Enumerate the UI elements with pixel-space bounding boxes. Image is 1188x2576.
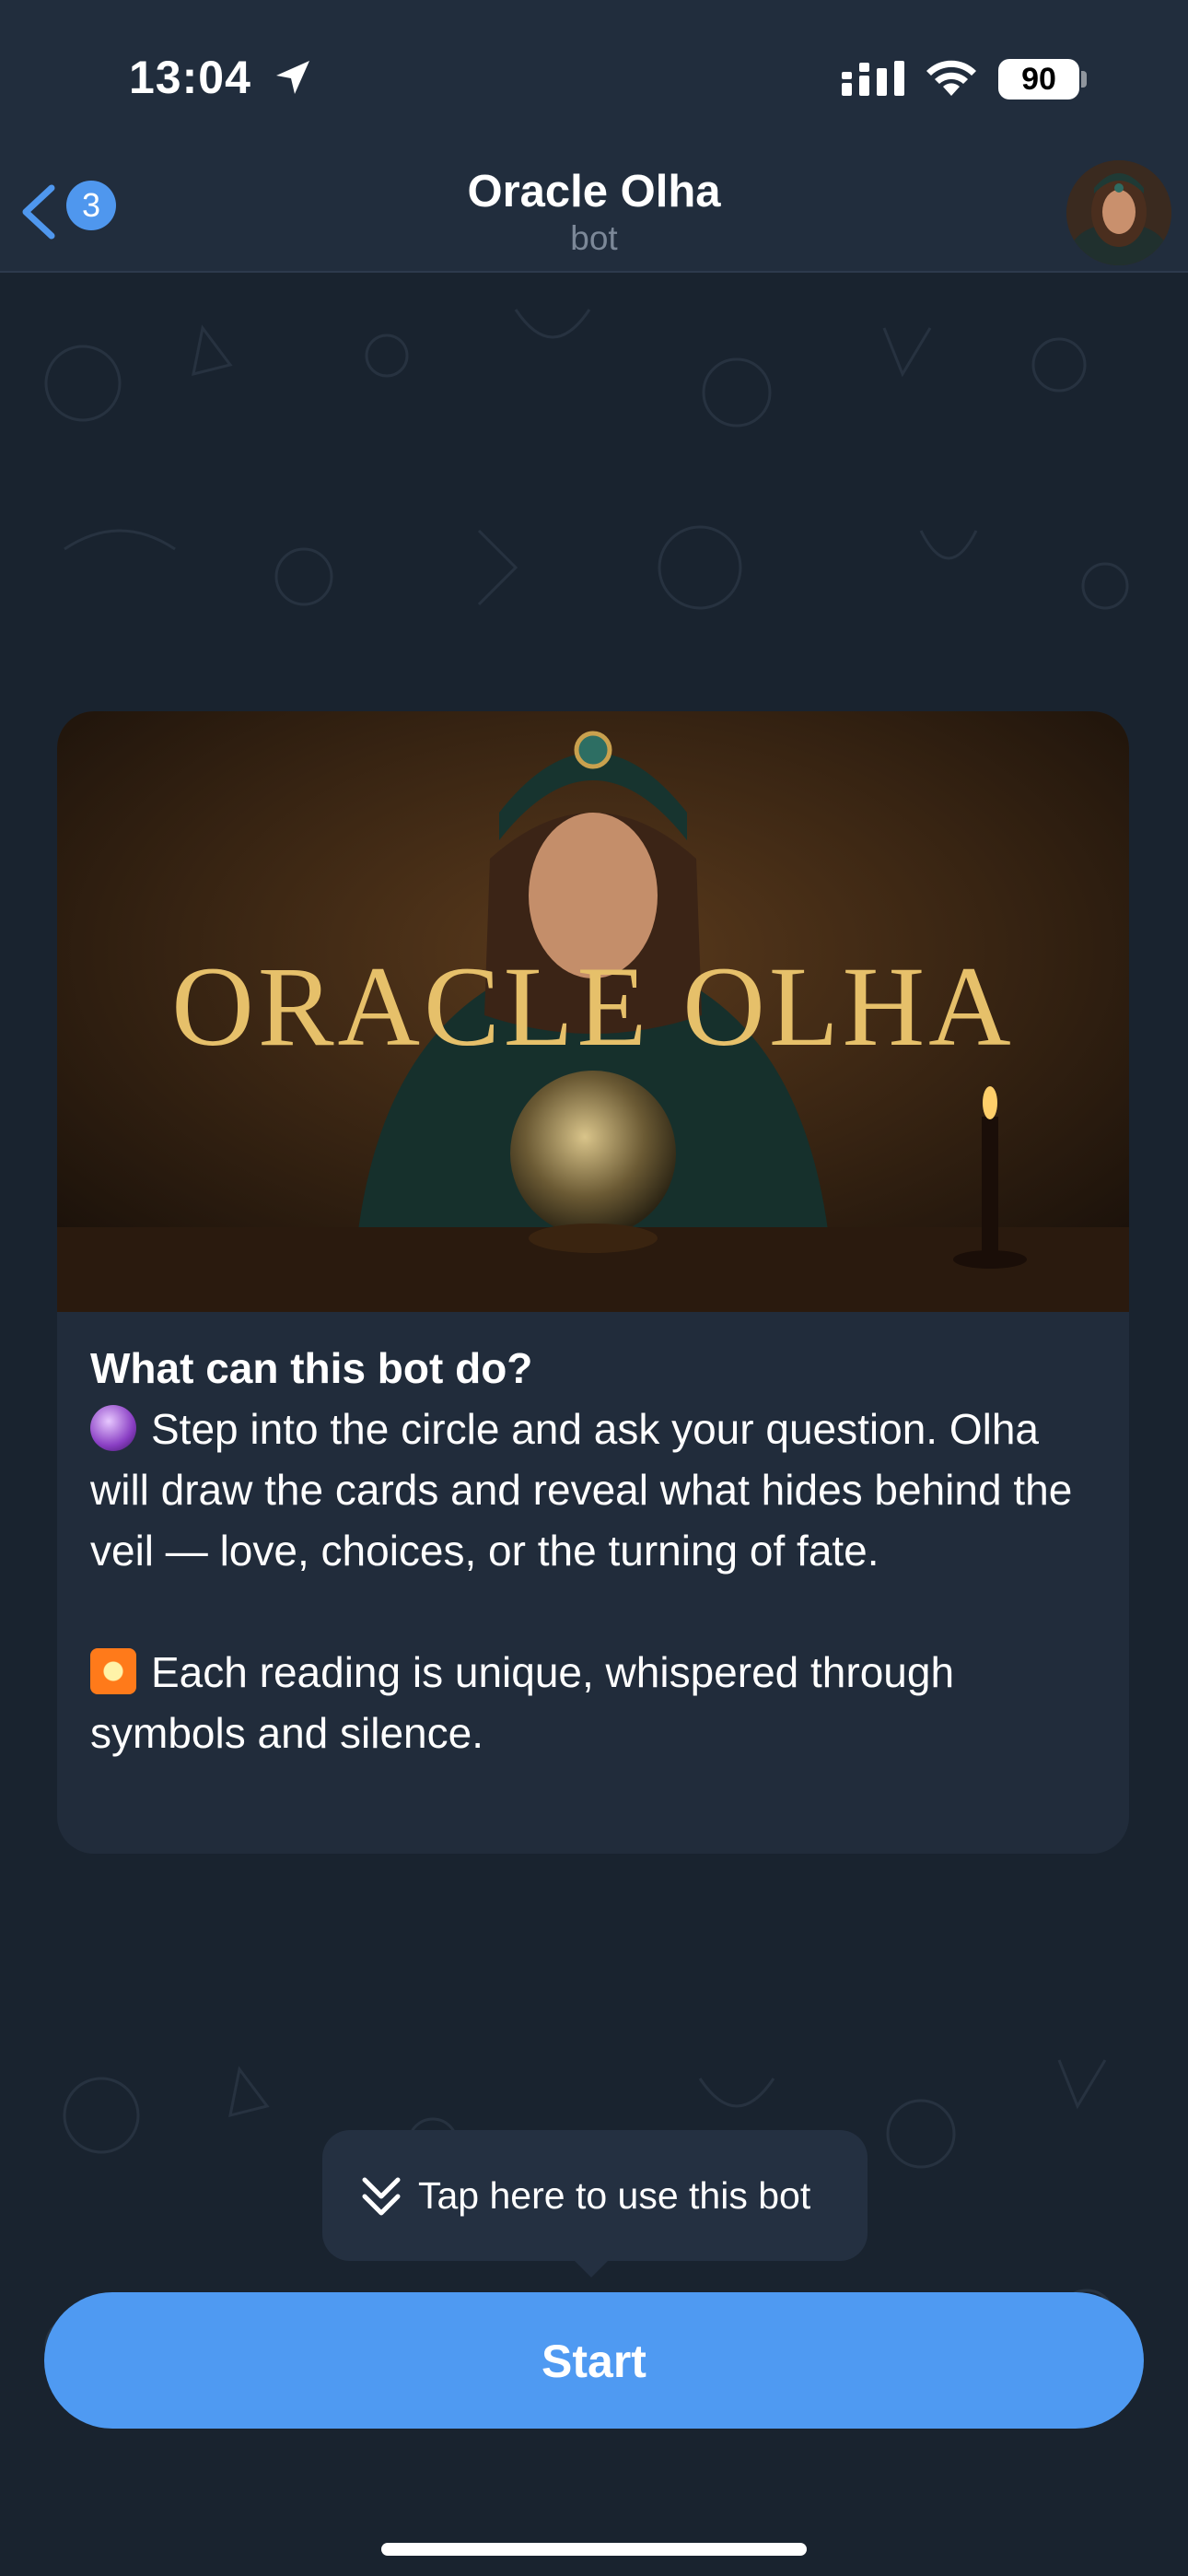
crystal-ball-emoji-icon (90, 1405, 136, 1451)
wifi-icon (926, 60, 976, 96)
description-heading: What can this bot do? (90, 1344, 533, 1392)
start-button[interactable]: Start (44, 2292, 1144, 2429)
tooltip-text: Tap here to use this bot (418, 2174, 811, 2217)
bot-description: What can this bot do? Step into the circ… (90, 1338, 1103, 1763)
status-bar: 13:04 90 (0, 0, 1188, 157)
home-indicator[interactable] (381, 2543, 807, 2556)
battery-tip (1081, 71, 1087, 88)
chat-title[interactable]: Oracle Olha (0, 166, 1188, 217)
battery-icon: 90 (998, 59, 1079, 100)
tooltip-arrow (567, 2254, 615, 2277)
avatar-portrait-icon (1066, 160, 1171, 265)
chat-subtitle: bot (570, 219, 618, 257)
avatar[interactable] (1066, 160, 1171, 265)
description-paragraph-1: Step into the circle and ask your questi… (90, 1405, 1073, 1575)
status-time: 13:04 (129, 52, 251, 103)
chat-header: 3 Oracle Olha bot (0, 157, 1188, 273)
double-chevron-down-icon (362, 2177, 401, 2216)
cellular-signal-icon (842, 61, 904, 96)
bot-intro-card: ORACLE OLHA What can this bot do? Step i… (57, 711, 1129, 1854)
banner-title: ORACLE OLHA (171, 943, 1015, 1070)
sparkle-star-emoji-icon (90, 1648, 136, 1694)
location-arrow-icon (276, 61, 309, 94)
description-paragraph-2: Each reading is unique, whispered throug… (90, 1648, 955, 1757)
